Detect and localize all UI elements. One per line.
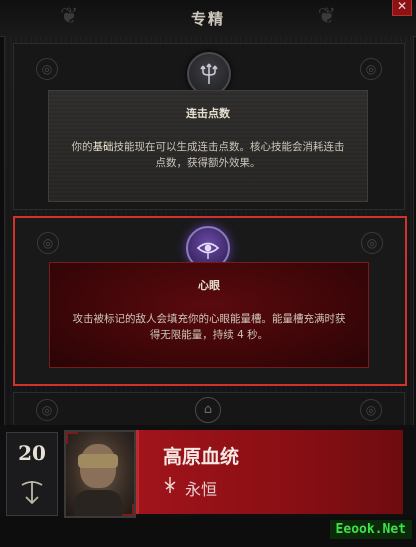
rune-right-icon: ◎ (361, 232, 383, 254)
rune-left-icon: ◎ (36, 399, 58, 421)
level-badge: 20 (6, 432, 58, 516)
character-name: 高原血统 (163, 446, 240, 468)
level-number: 20 (18, 441, 46, 465)
specialization-card-combo-points[interactable]: ◎ ◎ 连击点数 你的基础技能现在可以生成连击点数。核心技能会消耗连击点数，获得… (13, 43, 405, 210)
crossbow-icon (21, 481, 43, 505)
flame-icon (164, 477, 176, 493)
panel-title: 专精 (190, 10, 225, 28)
watermark-logo: Eeook.Net (329, 520, 412, 539)
close-button[interactable]: ✕ (392, 0, 412, 16)
blindfold-shape (78, 454, 118, 468)
card-body: 心眼 攻击被标记的敌人会填充你的心眼能量槽。能量槽充满时获得无限能量，持续 4 … (49, 262, 369, 368)
lock-icon: ⌂ (195, 397, 221, 423)
ornament-right-icon: ❦ (317, 4, 336, 29)
character-portrait (64, 430, 136, 518)
rune-right-icon: ◎ (360, 58, 382, 80)
rune-right-icon: ◎ (360, 399, 382, 421)
specialization-card-next[interactable]: ◎ ◎ ⌂ (13, 392, 405, 426)
card-description: 你的基础技能现在可以生成连击点数。核心技能会消耗连击点数，获得额外效果。 (71, 141, 345, 169)
character-banner[interactable]: 高原血统 永恒 (136, 430, 403, 514)
card-body: 连击点数 你的基础技能现在可以生成连击点数。核心技能会消耗连击点数，获得额外效果… (48, 90, 368, 202)
rune-left-icon: ◎ (36, 58, 58, 80)
card-title: 心眼 (198, 279, 220, 292)
panel-header: ❦ 专精 ❦ ✕ (0, 0, 416, 37)
specialization-card-inner-sight[interactable]: ◎ ◎ 心眼 攻击被标记的敌人会填充你的心眼能量槽。能量槽充满时获得无限能量，持… (13, 216, 407, 386)
shoulders-shape (74, 490, 122, 516)
portrait-corner (122, 504, 134, 516)
card-description: 攻击被标记的敌人会填充你的心眼能量槽。能量槽充满时获得无限能量，持续 4 秒。 (72, 313, 346, 341)
card-title: 连击点数 (186, 107, 230, 120)
portrait-corner (66, 432, 78, 444)
realm-label: 永恒 (185, 480, 218, 499)
rune-left-icon: ◎ (37, 232, 59, 254)
